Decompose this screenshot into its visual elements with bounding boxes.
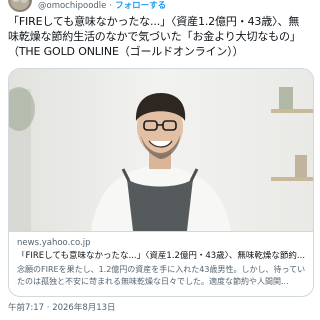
handle-row: @omochipoodle · フォローする (38, 0, 166, 12)
avatar[interactable] (8, 0, 32, 12)
card-domain: news.yahoo.co.jp (17, 238, 91, 248)
user-handle[interactable]: @omochipoodle (38, 0, 106, 12)
avatar-image (11, 0, 29, 10)
tweet-header: @omochipoodle · フォローする (0, 0, 320, 14)
tweet: @omochipoodle · フォローする 「FIREしても意味なかったな..… (0, 0, 320, 320)
tweet-text-line: （THE GOLD ONLINE（ゴールドオンライン）） (8, 45, 244, 58)
tweet-text-line: 「FIREしても意味なかったな...」〈資産1.2億円・43歳〉、無 (8, 15, 300, 28)
separator-dot: · (109, 1, 113, 11)
tweet-text-line: 味乾燥な節約生活のなかで気づいた「お金より大切なもの」 (8, 30, 301, 43)
follow-button[interactable]: フォローする (115, 0, 166, 12)
card-photo (9, 69, 313, 231)
timestamp[interactable]: 午前7:17 · 2026年8月13日 (8, 302, 116, 314)
tweet-text: 「FIREしても意味なかったな...」〈資産1.2億円・43歳〉、無 味乾燥な節… (8, 14, 314, 59)
card-description: 念願のFIREを果たし、1.2億円の資産を手に入れた43歳男性。しかし、待ってい… (17, 265, 306, 286)
card-image (9, 69, 313, 231)
card-text-area: news.yahoo.co.jp 「FIREしても意味なかったな...」〈資産1… (9, 231, 313, 296)
card-title[interactable]: 「FIREしても意味なかったな...」〈資産1.2億円・43歳〉、無味乾燥な節約… (17, 251, 309, 262)
link-card[interactable]: news.yahoo.co.jp 「FIREしても意味なかったな...」〈資産1… (8, 68, 314, 297)
